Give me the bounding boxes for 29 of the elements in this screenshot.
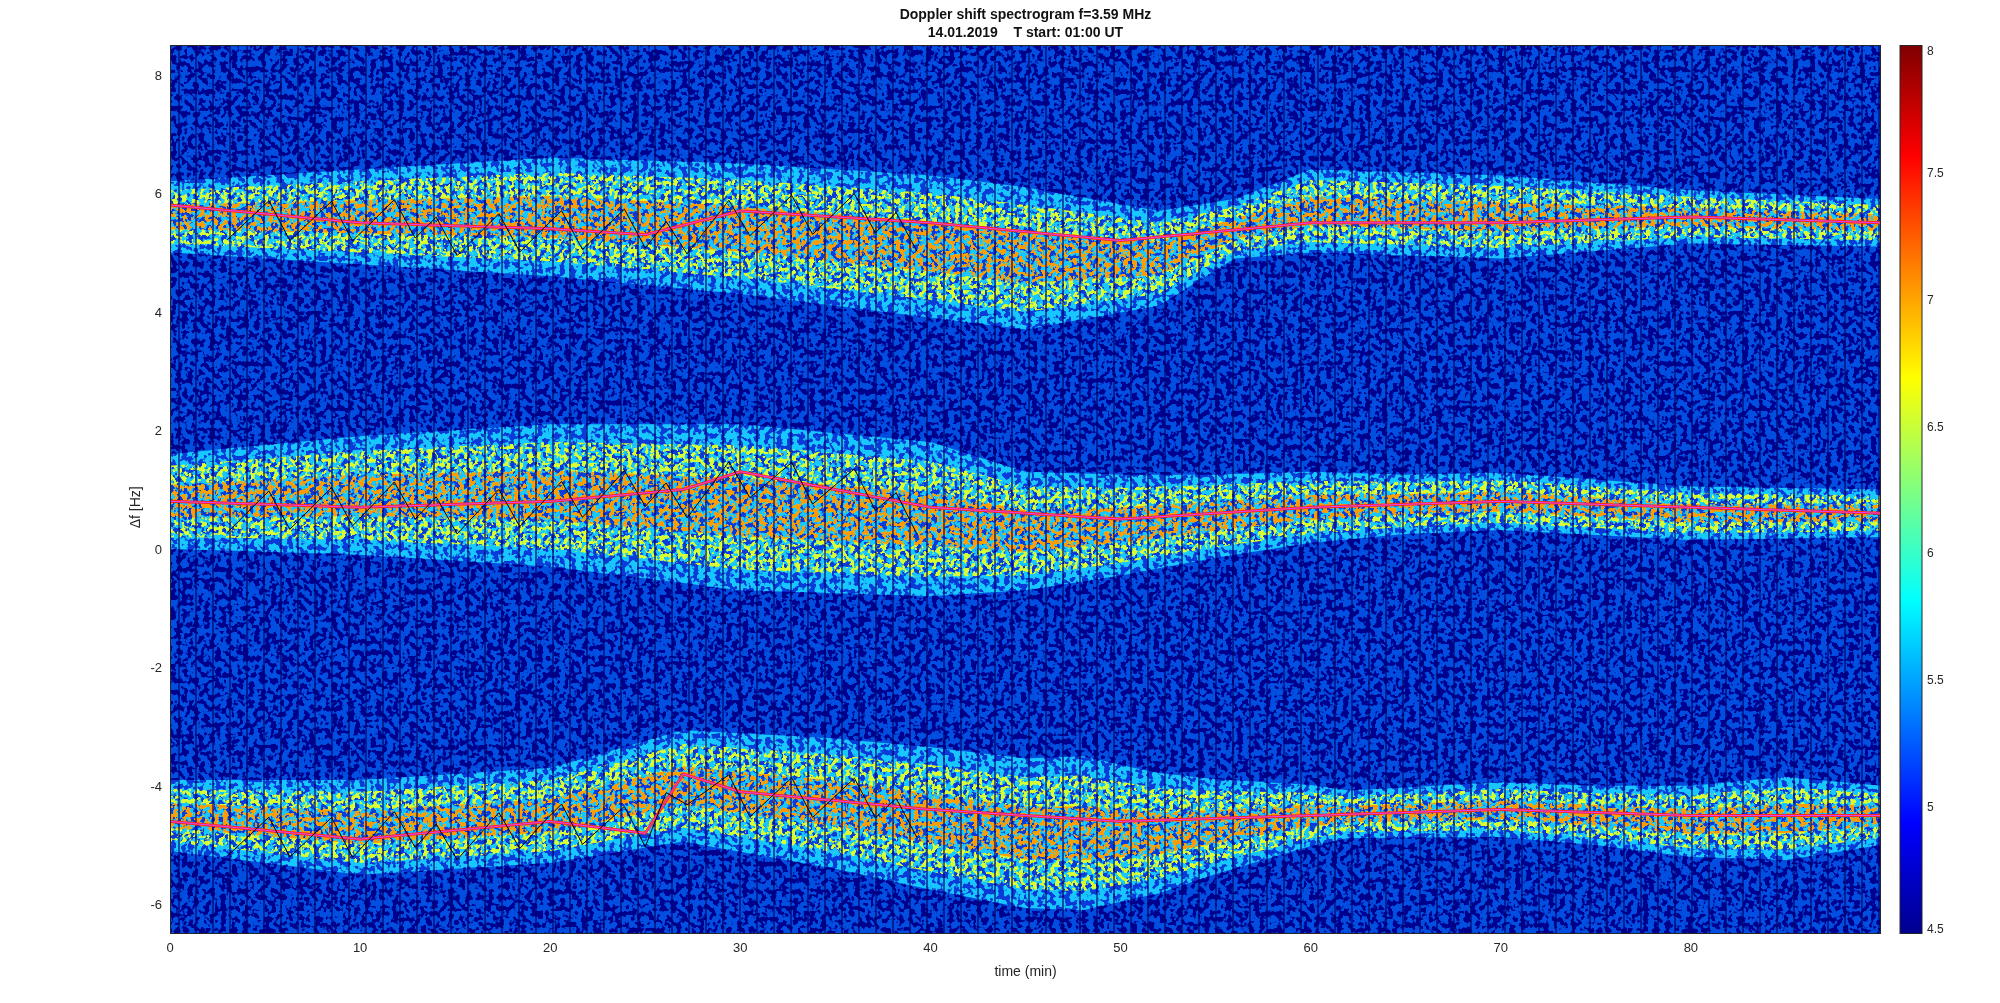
colorbar-tick-label: 7 <box>1927 292 1934 307</box>
axis-label: time (min) <box>994 963 1057 979</box>
colorbar-tick-label: 5 <box>1927 800 1934 815</box>
axis-label: Δf [Hz] <box>127 486 143 529</box>
axis-tick-label: -2 <box>150 660 162 676</box>
plot-title: 14.01.2019 T start: 01:00 UT <box>927 22 1124 41</box>
plot-title: Doppler shift spectrogram f=3.59 MHz <box>899 4 1152 23</box>
axis-tick-label: 70 <box>1493 940 1508 955</box>
axis-tick-label: -6 <box>150 897 162 913</box>
axis-tick-label: 30 <box>733 940 748 955</box>
axis-tick-label: 40 <box>923 940 938 955</box>
colorbar-tick-label: 7.5 <box>1927 165 1944 180</box>
axis-tick-label: 2 <box>154 423 162 439</box>
colorbar-tick-label: 5.5 <box>1927 673 1944 688</box>
axis-tick-label: 0 <box>166 940 174 955</box>
axis-tick-label: 4 <box>154 304 162 320</box>
colorbar-tick-label: 6.5 <box>1927 419 1944 434</box>
axis-tick-label: 6 <box>154 186 162 202</box>
axis-tick-label: 20 <box>543 940 558 955</box>
axis-tick-label: 8 <box>154 67 162 83</box>
colorbar-tick-label: 6 <box>1927 546 1934 561</box>
colorbar-tick-label: 4.5 <box>1927 922 1944 936</box>
axis-tick-label: -4 <box>150 778 162 794</box>
axis-tick-label: 50 <box>1113 940 1128 955</box>
axis-tick-label: 10 <box>352 940 368 955</box>
colorbar-tick-label: 8 <box>1927 45 1934 58</box>
axis-tick-label: 80 <box>1683 940 1699 955</box>
axis-tick-label: 60 <box>1303 940 1318 955</box>
axis-tick-label: 0 <box>154 541 162 557</box>
